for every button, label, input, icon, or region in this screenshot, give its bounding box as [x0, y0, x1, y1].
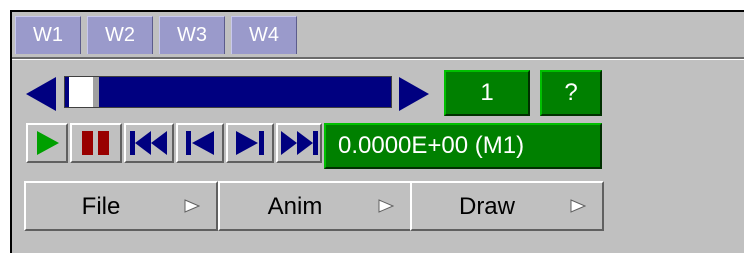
frame-number-field[interactable]: 1 — [444, 70, 530, 116]
draw-menu-button[interactable]: Draw — [410, 181, 604, 231]
window-tab-bar: W1 W2 W3 W4 — [12, 12, 744, 56]
submenu-arrow-icon — [378, 199, 394, 213]
fast-forward-button[interactable] — [276, 123, 322, 163]
step-forward-icon — [236, 131, 264, 155]
slider-left-arrow-icon[interactable] — [26, 77, 56, 111]
animation-control-panel: W1 W2 W3 W4 1 ? 0.0000E+00 (M1) File Ani… — [10, 10, 744, 253]
pause-button[interactable] — [70, 123, 122, 163]
tab-w3[interactable]: W3 — [159, 16, 225, 54]
tab-w2[interactable]: W2 — [87, 16, 153, 54]
tab-divider — [12, 57, 744, 60]
submenu-arrow-icon — [184, 199, 200, 213]
file-menu-button[interactable]: File — [24, 181, 218, 231]
anim-menu-label: Anim — [267, 193, 323, 220]
play-button[interactable] — [26, 123, 68, 163]
tab-w1[interactable]: W1 — [15, 16, 81, 54]
fast-forward-icon — [281, 131, 318, 155]
rewind-button[interactable] — [124, 123, 174, 163]
play-icon — [37, 131, 59, 155]
step-forward-button[interactable] — [226, 123, 274, 163]
tab-w4[interactable]: W4 — [231, 16, 297, 54]
file-menu-label: File — [81, 193, 121, 220]
pause-icon — [82, 131, 109, 155]
time-display: 0.0000E+00 (M1) — [324, 123, 602, 169]
frame-slider-track[interactable] — [64, 76, 392, 108]
submenu-arrow-icon — [570, 199, 586, 213]
rewind-icon — [130, 131, 167, 155]
frame-slider-thumb[interactable] — [69, 77, 99, 107]
help-button[interactable]: ? — [540, 70, 602, 116]
step-back-icon — [186, 131, 214, 155]
step-back-button[interactable] — [176, 123, 224, 163]
anim-menu-button[interactable]: Anim — [218, 181, 412, 231]
draw-menu-label: Draw — [458, 193, 515, 220]
slider-right-arrow-icon[interactable] — [399, 77, 429, 111]
